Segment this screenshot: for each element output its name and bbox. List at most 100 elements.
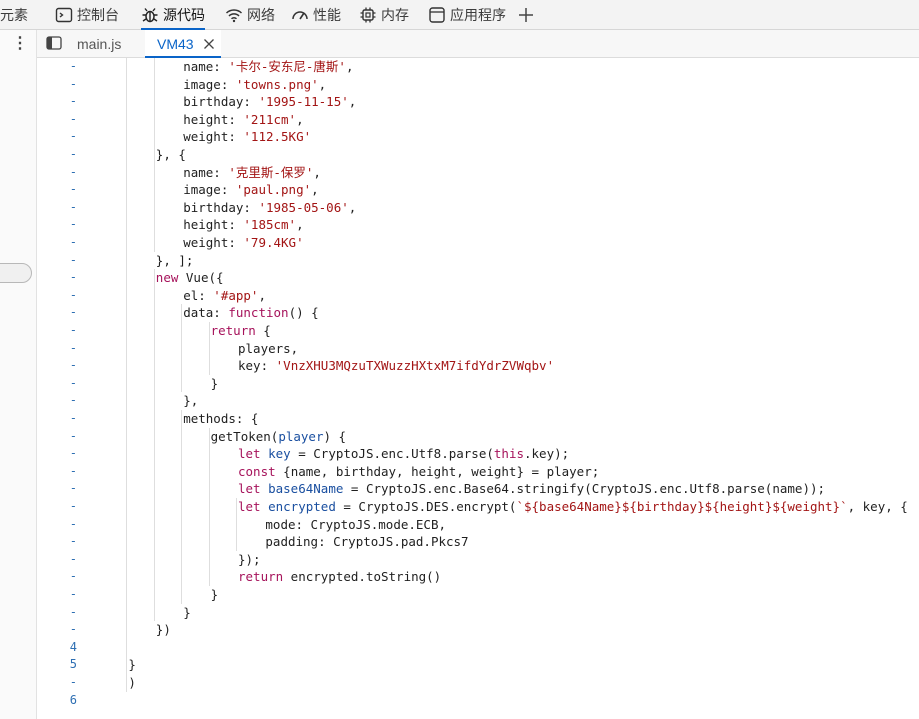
code-token: 'towns.png' xyxy=(235,76,319,92)
tab-2[interactable]: 控制台 xyxy=(55,0,119,29)
line-gutter-marker[interactable]: - xyxy=(37,410,77,428)
code-text: players, xyxy=(238,340,298,358)
line-gutter-marker[interactable]: - xyxy=(37,428,77,446)
code-token: }, ]; xyxy=(155,252,194,268)
line-gutter-marker[interactable]: - xyxy=(37,674,77,692)
code-line: - return { xyxy=(37,322,917,340)
code-text: }) xyxy=(156,621,171,639)
code-line: - return encrypted.toString() xyxy=(37,568,917,586)
line-gutter-marker[interactable]: - xyxy=(37,234,77,252)
line-gutter-marker[interactable]: 6 xyxy=(37,692,77,710)
file-tab-1[interactable]: main.js xyxy=(77,30,121,57)
code-token: birthday: xyxy=(183,94,259,110)
line-gutter-marker[interactable]: - xyxy=(37,181,77,199)
tab-label: 源代码 xyxy=(163,6,205,23)
tab-1[interactable]: 元素 xyxy=(0,0,28,29)
line-gutter-marker[interactable]: - xyxy=(37,304,77,322)
gauge-icon xyxy=(292,10,308,19)
plus-icon[interactable] xyxy=(518,0,534,29)
code-text: name: '卡尔-安东尼-唐斯', xyxy=(183,58,353,76)
line-gutter-marker[interactable]: - xyxy=(37,480,77,498)
code-token: new xyxy=(155,270,179,286)
code-text: }, ]; xyxy=(156,252,194,270)
line-gutter-marker[interactable]: - xyxy=(37,287,77,305)
line-gutter-marker[interactable]: - xyxy=(37,392,77,410)
line-gutter-marker[interactable]: - xyxy=(37,76,77,94)
code-token: = CryptoJS.enc.Utf8.parse( xyxy=(290,446,494,462)
code-token: 'paul.png' xyxy=(235,182,312,198)
tab-6[interactable]: 内存 xyxy=(359,0,409,29)
line-gutter-marker[interactable]: - xyxy=(37,375,77,393)
line-gutter-marker[interactable]: - xyxy=(37,445,77,463)
file-tab-2[interactable]: VM43 xyxy=(145,30,221,58)
line-gutter-marker[interactable]: - xyxy=(37,93,77,111)
code-line: -) xyxy=(37,674,917,692)
line-gutter-marker[interactable]: - xyxy=(37,357,77,375)
code-token: , xyxy=(296,111,304,127)
code-line: -}) xyxy=(37,621,917,639)
code-token: () { xyxy=(288,305,319,321)
code-token: birthday: xyxy=(183,199,259,215)
code-token: key xyxy=(268,446,291,462)
code-line: - let encrypted = CryptoJS.DES.encrypt(`$… xyxy=(37,498,917,516)
pane-resize-handle[interactable] xyxy=(0,263,32,283)
file-tab-bar: main.js VM43 xyxy=(37,30,919,58)
console-icon xyxy=(55,7,73,22)
tab-5[interactable]: 性能 xyxy=(291,0,341,29)
tab-label: 应用程序 xyxy=(450,6,506,23)
code-line: - let key = CryptoJS.enc.Utf8.parse(this.… xyxy=(37,445,917,463)
code-token: getToken( xyxy=(210,428,279,444)
code-token: , xyxy=(296,217,304,233)
line-gutter-marker[interactable]: - xyxy=(37,533,77,551)
tab-3[interactable]: 源代码 xyxy=(141,0,205,30)
line-gutter-marker[interactable]: - xyxy=(37,111,77,129)
code-line: - name: '克里斯-保罗', xyxy=(37,164,917,182)
line-gutter-marker[interactable]: - xyxy=(37,551,77,569)
code-line: - mode: CryptoJS.mode.ECB, xyxy=(37,516,917,534)
tab-label: 内存 xyxy=(381,6,409,23)
tab-7[interactable]: 应用程序 xyxy=(428,0,506,29)
code-token: this xyxy=(493,446,524,462)
toggle-navigator-icon[interactable] xyxy=(46,36,62,50)
code-token: height: xyxy=(183,217,244,233)
code-token: encrypted.toString() xyxy=(283,569,442,585)
code-text: } xyxy=(183,604,191,622)
line-gutter-marker[interactable]: - xyxy=(37,604,77,622)
code-line: - height: '185cm', xyxy=(37,216,917,234)
code-line: - height: '211cm', xyxy=(37,111,917,129)
line-gutter-marker[interactable]: - xyxy=(37,586,77,604)
line-gutter-marker[interactable]: - xyxy=(37,269,77,287)
line-gutter-marker[interactable]: - xyxy=(37,322,77,340)
code-token: padding: CryptoJS.pad.Pkcs7 xyxy=(265,534,469,550)
chip-icon xyxy=(360,7,376,22)
code-token: return xyxy=(238,569,284,585)
line-gutter-marker[interactable]: - xyxy=(37,340,77,358)
line-gutter-marker[interactable]: - xyxy=(37,463,77,481)
code-token: }, xyxy=(183,393,199,409)
line-gutter-marker[interactable]: - xyxy=(37,58,77,76)
line-gutter-marker[interactable]: - xyxy=(37,252,77,270)
more-options-icon[interactable]: ⋮ xyxy=(12,36,28,52)
line-gutter-marker[interactable]: - xyxy=(37,146,77,164)
line-gutter-marker[interactable]: - xyxy=(37,516,77,534)
tab-4[interactable]: 网络 xyxy=(225,0,275,29)
code-text: birthday: '1985-05-06', xyxy=(183,199,356,217)
code-line: - }, ]; xyxy=(37,252,917,270)
code-token: encrypted xyxy=(268,499,336,514)
close-icon[interactable] xyxy=(203,38,215,50)
code-editor[interactable]: - name: '卡尔-安东尼-唐斯', - image: 'towns.png', -… xyxy=(37,58,919,719)
code-text: methods: { xyxy=(183,410,258,428)
line-gutter-marker[interactable]: - xyxy=(37,164,77,182)
line-gutter-marker[interactable]: 5 xyxy=(37,656,77,674)
code-text: image: 'paul.png', xyxy=(183,181,318,199)
code-token: weight: xyxy=(183,129,244,145)
line-gutter-marker[interactable]: - xyxy=(37,216,77,234)
code-line: -}); xyxy=(37,551,917,569)
line-gutter-marker[interactable]: - xyxy=(37,199,77,217)
line-gutter-marker[interactable]: 4 xyxy=(37,639,77,657)
line-gutter-marker[interactable]: - xyxy=(37,568,77,586)
line-gutter-marker[interactable]: - xyxy=(37,498,77,516)
line-gutter-marker[interactable]: - xyxy=(37,621,77,639)
line-gutter-marker[interactable]: - xyxy=(37,128,77,146)
